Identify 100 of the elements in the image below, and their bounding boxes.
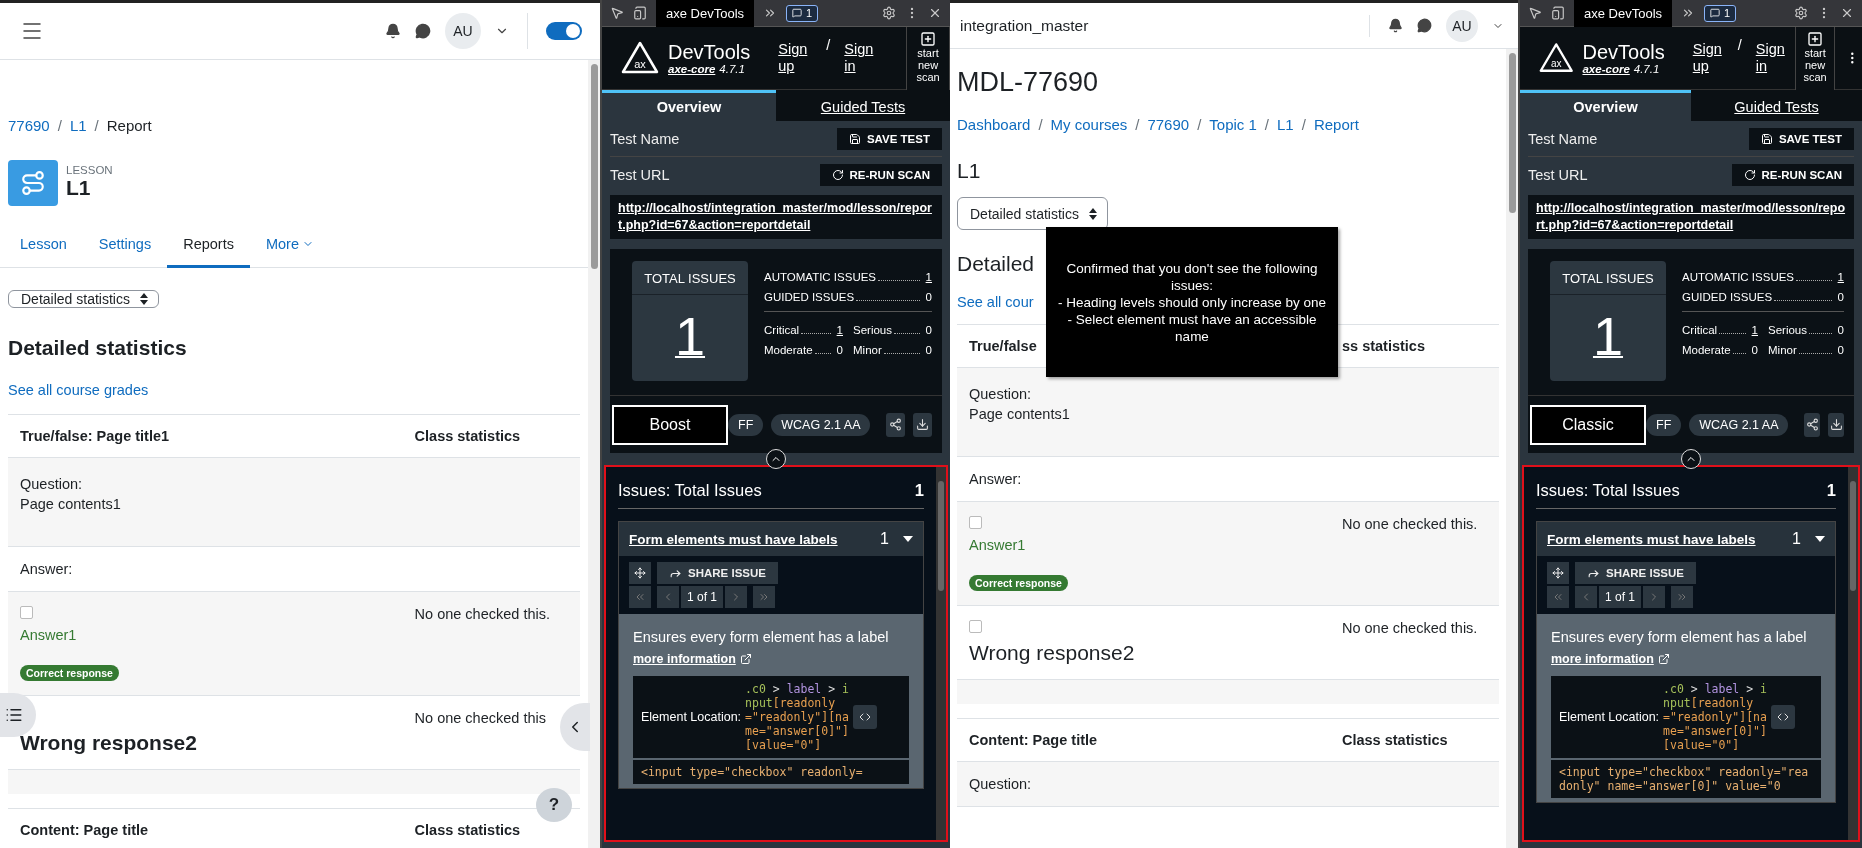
- nav-tab[interactable]: Settings: [82, 224, 168, 268]
- download-icon: [916, 418, 930, 431]
- stat-value[interactable]: 1: [1837, 271, 1844, 283]
- stat-value[interactable]: 1: [925, 271, 932, 283]
- breadcrumb-link[interactable]: My courses: [1050, 116, 1128, 133]
- breadcrumb-link[interactable]: L1: [69, 117, 87, 134]
- caret-icon[interactable]: [903, 536, 913, 542]
- index-drawer-button[interactable]: [0, 693, 36, 737]
- breadcrumb-link[interactable]: L1: [1277, 116, 1294, 133]
- share-issue-button[interactable]: SHARE ISSUE: [657, 562, 778, 584]
- grades-link[interactable]: See all course grades: [8, 382, 149, 398]
- save-test-button[interactable]: SAVE TEST: [836, 127, 942, 150]
- rerun-scan-button[interactable]: RE-RUN SCAN: [819, 164, 942, 186]
- device-icon[interactable]: [1551, 6, 1565, 20]
- breadcrumb-link[interactable]: Topic 1: [1209, 116, 1257, 133]
- settings-icon[interactable]: [882, 6, 896, 20]
- severity-value[interactable]: 1: [836, 324, 843, 336]
- severity-value: 0: [925, 324, 932, 336]
- messages-badge[interactable]: 1: [786, 4, 819, 22]
- code-button[interactable]: [853, 705, 878, 729]
- filter-chip[interactable]: WCAG 2.1 AA: [771, 413, 871, 436]
- chat-icon[interactable]: [415, 23, 431, 39]
- share-issue-button[interactable]: SHARE ISSUE: [1575, 562, 1696, 584]
- report-select[interactable]: Detailed statistics: [957, 197, 1108, 230]
- sign-up-link[interactable]: Sign up: [778, 41, 813, 75]
- breadcrumb-separator: /: [1197, 116, 1202, 133]
- highlight-button[interactable]: [629, 562, 651, 584]
- settings-icon[interactable]: [1794, 6, 1808, 20]
- total-issues-count[interactable]: 1: [1550, 295, 1666, 381]
- caret-icon[interactable]: [1815, 536, 1825, 542]
- scrollbar[interactable]: [1848, 467, 1858, 840]
- panel-tab[interactable]: axe DevTools: [656, 0, 755, 27]
- last-page-button[interactable]: [1671, 586, 1694, 608]
- more-information-link[interactable]: more information: [633, 652, 752, 666]
- close-icon[interactable]: [928, 6, 942, 20]
- new-scan-button[interactable]: start new scan: [906, 26, 950, 90]
- sign-up-link[interactable]: Sign up: [1692, 41, 1724, 75]
- panel-tab[interactable]: Overview: [602, 90, 776, 121]
- severity-value: 0: [1837, 344, 1844, 356]
- stat-label: GUIDED ISSUES: [764, 291, 855, 303]
- filter-chip[interactable]: FF: [728, 413, 764, 436]
- device-icon[interactable]: [633, 6, 647, 20]
- bell-icon[interactable]: [385, 23, 401, 39]
- toggle-switch[interactable]: [546, 22, 582, 40]
- messages-badge[interactable]: 1: [1704, 4, 1737, 22]
- issue-title-link[interactable]: Form elements must have labels: [1547, 530, 1779, 548]
- highlight-button[interactable]: [1547, 562, 1569, 584]
- double-chevron-left-icon: [1552, 591, 1564, 603]
- grades-link[interactable]: See all cour: [957, 294, 1034, 310]
- nav-tab[interactable]: Lesson: [4, 224, 83, 268]
- brand-name: DevTools: [1582, 41, 1665, 63]
- total-issues-count[interactable]: 1: [632, 295, 748, 381]
- scrollbar[interactable]: [1506, 49, 1518, 848]
- breadcrumb-link[interactable]: 77690: [8, 117, 50, 134]
- checkbox[interactable]: [969, 516, 982, 529]
- report-select[interactable]: Detailed statistics: [8, 290, 159, 308]
- inspect-icon[interactable]: [610, 6, 624, 20]
- scrollbar[interactable]: [588, 60, 600, 848]
- user-avatar[interactable]: AU: [445, 13, 481, 49]
- filter-chip[interactable]: WCAG 2.1 AA: [1689, 413, 1789, 436]
- sign-in-link[interactable]: Sign in: [1755, 41, 1787, 75]
- breadcrumb-link[interactable]: 77690: [1147, 116, 1190, 133]
- share-button[interactable]: [886, 412, 906, 437]
- location-label: Element Location:: [1559, 710, 1660, 724]
- close-icon[interactable]: [1840, 6, 1854, 20]
- panel-tab[interactable]: Overview: [1520, 90, 1691, 121]
- engine-link[interactable]: axe-core: [1582, 63, 1630, 75]
- download-button[interactable]: [1828, 412, 1844, 437]
- rerun-scan-button[interactable]: RE-RUN SCAN: [1731, 164, 1854, 186]
- chat-icon[interactable]: [1417, 18, 1432, 33]
- inspect-icon[interactable]: [1528, 6, 1542, 20]
- nav-tab[interactable]: Reports: [167, 224, 250, 268]
- tooltip-text: - Heading levels should only increase by one: [1058, 293, 1326, 311]
- code-icon: [1777, 711, 1790, 723]
- issue-title-link[interactable]: Form elements must have labels: [629, 530, 867, 548]
- breadcrumb-separator: /: [1264, 116, 1269, 133]
- new-scan-button[interactable]: start new scan: [1794, 26, 1836, 90]
- nav-tab[interactable]: More: [249, 224, 330, 268]
- severity-value[interactable]: 1: [1751, 324, 1758, 336]
- panel-tab[interactable]: axe DevTools: [1574, 0, 1673, 27]
- scrollbar[interactable]: [936, 467, 946, 840]
- filter-chip[interactable]: FF: [1646, 413, 1682, 436]
- list-icon: [5, 706, 23, 724]
- user-avatar[interactable]: AU: [1446, 9, 1478, 42]
- last-page-button[interactable]: [753, 586, 776, 608]
- sign-in-link[interactable]: Sign in: [844, 41, 879, 75]
- site-name[interactable]: integration_master: [960, 16, 1089, 35]
- download-button[interactable]: [913, 412, 932, 437]
- checkbox[interactable]: [20, 606, 33, 619]
- engine-link[interactable]: axe-core: [668, 63, 716, 75]
- checkbox[interactable]: [969, 620, 982, 633]
- bell-icon[interactable]: [1388, 18, 1403, 33]
- share-button[interactable]: [1804, 412, 1821, 437]
- breadcrumb-link[interactable]: Dashboard: [957, 116, 1031, 133]
- more-information-link[interactable]: more information: [1551, 652, 1670, 666]
- code-button[interactable]: [1771, 705, 1796, 729]
- breadcrumb-link[interactable]: Report: [1313, 116, 1359, 133]
- save-test-button[interactable]: SAVE TEST: [1748, 127, 1854, 150]
- column-header: Content: Page title: [20, 822, 149, 838]
- column-header: Content: Page title: [969, 732, 1098, 748]
